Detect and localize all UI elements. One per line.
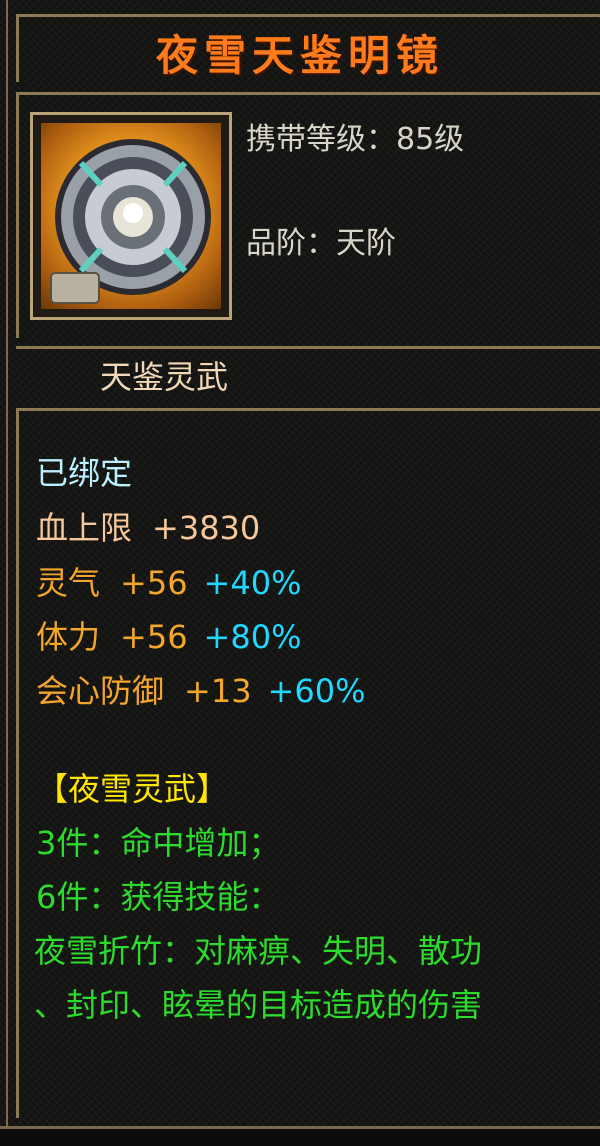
carry-level-label: 携带等级：85级 <box>246 122 465 157</box>
set-bonus-6: 6件：获得技能： <box>36 878 281 916</box>
stat-tili-value: +56 <box>120 618 188 656</box>
item-category: 天鉴灵武 <box>100 358 229 396</box>
item-icon-bg <box>41 123 221 309</box>
stat-hp-label: 血上限 <box>36 509 133 547</box>
stat-hp-value: +3830 <box>152 509 261 547</box>
stat-crit-def: 会心防御 +13 +60% <box>36 666 365 712</box>
quality-label: 品阶：天阶 <box>246 226 396 261</box>
stat-crit-def-label: 会心防御 <box>36 672 165 710</box>
bottom-border <box>0 1126 600 1146</box>
set-skill-line-2: 、封印、眩晕的目标造成的伤害 <box>34 986 483 1024</box>
stat-crit-def-value: +13 <box>184 672 252 710</box>
stat-lingqi-value: +56 <box>120 564 188 602</box>
set-bonus-3: 3件：命中增加； <box>36 824 281 862</box>
stat-lingqi-pct: +40% <box>203 564 302 602</box>
stat-tili: 体力 +56 +80% <box>36 612 301 658</box>
set-skill-line-1: 夜雪折竹：对麻痹、失明、散功 <box>34 932 483 970</box>
item-title: 夜雪天鉴明镜 <box>155 31 444 80</box>
item-icon-frame <box>30 112 232 320</box>
tooltip-panel: 夜雪天鉴明镜 携带等级：85级 品阶：天阶 天鉴灵武 已绑定 血上限 +3830 … <box>0 0 600 1146</box>
stat-lingqi: 灵气 +56 +40% <box>36 558 301 604</box>
set-title: 【夜雪灵武】 <box>36 770 229 808</box>
left-border <box>6 0 8 1146</box>
mirror-shield-icon <box>50 139 211 304</box>
stat-lingqi-label: 灵气 <box>36 564 101 602</box>
stat-hp: 血上限 +3830 <box>36 503 260 549</box>
stat-tili-pct: +80% <box>203 618 302 656</box>
stat-crit-def-pct: +60% <box>267 672 366 710</box>
stat-tili-label: 体力 <box>36 618 101 656</box>
bound-status: 已绑定 <box>36 454 133 492</box>
